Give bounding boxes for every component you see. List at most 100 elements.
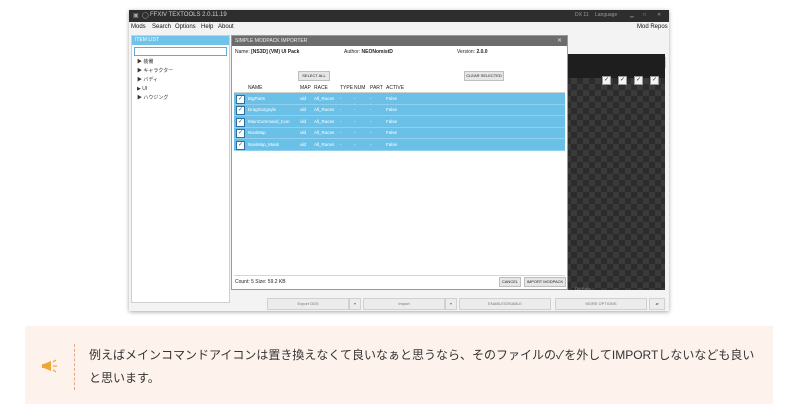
col-num[interactable]: NUM xyxy=(354,85,365,91)
col-race[interactable]: RACE xyxy=(314,85,328,91)
channel-alpha-checkbox[interactable]: ✓ xyxy=(650,76,659,85)
callout-divider xyxy=(74,344,75,390)
simple-modpack-importer-dialog: SIMPLE MODPACK IMPORTER ✕ Name: [NS3D] (… xyxy=(231,35,568,290)
row-name: DragGargoyle xyxy=(248,107,277,112)
dx-path-hint: DX Path xyxy=(575,286,590,291)
menu-mods[interactable]: Mods xyxy=(131,24,146,30)
row-checkbox[interactable]: ✓ xyxy=(236,106,245,115)
mod-repos-link[interactable]: Mod Repos xyxy=(637,24,668,30)
row-name: NaviMap_Mask xyxy=(248,141,280,147)
mod-table: NAME MAP RACE TYPE NUM PART ACTIVE ✓ Big… xyxy=(234,84,565,151)
menu-search[interactable]: Search xyxy=(152,24,171,30)
row-num: - xyxy=(354,130,356,135)
enable-disable-button[interactable]: ENABLE/DISABLE xyxy=(459,298,551,310)
modpack-author: Author: NEONomistD xyxy=(344,49,393,55)
name-label: Name: xyxy=(235,49,250,55)
app-screenshot: ▣ ◯ FFXIV TEXTOOLS 2.0.11.19 DX 11 Langu… xyxy=(129,10,669,311)
row-race: All_Races xyxy=(314,95,335,101)
row-name: BigParts xyxy=(248,95,266,101)
row-type: - xyxy=(340,118,342,124)
channel-green-checkbox[interactable]: ✓ xyxy=(618,76,627,85)
github-icon[interactable]: ◯ xyxy=(142,12,149,19)
version-value: 2.0.0 xyxy=(476,49,488,55)
row-active: False xyxy=(386,130,398,135)
close-icon[interactable]: ✕ xyxy=(657,12,661,18)
dialog-close-icon[interactable]: ✕ xyxy=(557,36,562,46)
clear-selected-button[interactable]: CLEAR SELECTED xyxy=(464,71,504,81)
tree-item-ui[interactable]: ▶ UI xyxy=(132,85,229,94)
row-checkbox[interactable]: ✓ xyxy=(236,129,245,138)
row-checkbox[interactable]: ✓ xyxy=(236,117,245,127)
row-map: uld xyxy=(300,130,307,135)
col-type[interactable]: TYPE xyxy=(340,85,353,91)
maximize-icon[interactable]: □ xyxy=(643,12,646,18)
col-name[interactable]: NAME xyxy=(248,85,262,91)
export-dropdown-button[interactable]: ▾ xyxy=(349,298,361,310)
app-logo-icon: ▣ xyxy=(133,13,139,19)
window-title: FFXIV TEXTOOLS 2.0.11.19 xyxy=(150,12,227,18)
author-label: Author: xyxy=(344,49,361,55)
tree-item-character[interactable]: ▶ キャラクター xyxy=(132,67,229,76)
menu-about[interactable]: About xyxy=(218,24,234,30)
table-row[interactable]: ✓ BigParts uld All_Races - - - False xyxy=(234,93,565,105)
language-selector[interactable]: Language xyxy=(595,12,617,18)
texture-preview xyxy=(565,54,665,290)
dx-label[interactable]: DX 11 xyxy=(575,12,589,18)
row-map: uld xyxy=(300,141,307,147)
row-num: - xyxy=(354,95,356,101)
row-name: NaviMap xyxy=(248,130,266,135)
item-list-panel: ITEM LIST ▶ 装備 ▶ キャラクター ▶ バディ ▶ UI ▶ ハウジ… xyxy=(131,35,230,303)
row-active: False xyxy=(386,107,398,112)
menu-help[interactable]: Help xyxy=(201,24,213,30)
more-options-button[interactable]: MORE OPTIONS xyxy=(555,298,647,310)
import-button[interactable]: Import xyxy=(363,298,445,310)
modpack-version: Version: 2.0.0 xyxy=(457,49,488,55)
col-active[interactable]: ACTIVE xyxy=(386,85,404,91)
tree-item-companion[interactable]: ▶ バディ xyxy=(132,76,229,85)
table-row[interactable]: ✓ DragGargoyle uld All_Races - - - False xyxy=(234,104,565,116)
row-race: All_Races xyxy=(314,141,335,147)
channel-red-checkbox[interactable]: ✓ xyxy=(602,76,611,85)
import-modpack-button[interactable]: IMPORT MODPACK xyxy=(524,277,566,287)
minimize-icon[interactable]: ▁ xyxy=(630,12,634,18)
table-row[interactable]: ✓ NaviMap_Mask uld All_Races - - - False xyxy=(234,139,565,151)
row-type: - xyxy=(340,141,342,147)
row-part: - xyxy=(370,130,372,135)
import-dropdown-button[interactable]: ▾ xyxy=(445,298,457,310)
row-active: False xyxy=(386,118,398,124)
dialog-footer: Count: 5 Size: 59.2 KB CANCEL IMPORT MOD… xyxy=(234,275,566,287)
open-folder-icon[interactable]: ▰ xyxy=(649,298,665,310)
tree-item-gear[interactable]: ▶ 装備 xyxy=(132,58,229,67)
row-type: - xyxy=(340,107,342,112)
row-map: uld xyxy=(300,118,307,124)
author-value: NEONomistD xyxy=(361,49,393,55)
row-num: - xyxy=(354,118,356,124)
row-active: False xyxy=(386,141,398,147)
row-race: All_Races xyxy=(314,107,335,112)
version-label: Version: xyxy=(457,49,476,55)
dialog-title: SIMPLE MODPACK IMPORTER xyxy=(235,38,308,44)
row-checkbox[interactable]: ✓ xyxy=(236,140,245,150)
row-type: - xyxy=(340,130,342,135)
export-dds-button[interactable]: Export DDS xyxy=(267,298,349,310)
tree-item-housing[interactable]: ▶ ハウジング xyxy=(132,94,229,103)
table-row[interactable]: ✓ MainCommand_Icon uld All_Races - - - F… xyxy=(234,116,565,128)
cancel-button[interactable]: CANCEL xyxy=(499,277,521,287)
menu-options[interactable]: Options xyxy=(175,24,196,30)
item-search-input[interactable] xyxy=(134,47,227,56)
menu-bar: Mods Search Options Help About Mod Repos xyxy=(129,22,669,33)
title-bar: ▣ ◯ FFXIV TEXTOOLS 2.0.11.19 DX 11 Langu… xyxy=(129,10,669,22)
select-all-button[interactable]: SELECT ALL xyxy=(298,71,330,81)
modpack-name: Name: [NS3D] (VM) UI Pack xyxy=(235,49,299,55)
row-part: - xyxy=(370,107,372,112)
name-value: [NS3D] (VM) UI Pack xyxy=(251,49,300,55)
row-checkbox[interactable]: ✓ xyxy=(236,94,245,104)
col-part[interactable]: PART xyxy=(370,85,383,91)
channel-blue-checkbox[interactable]: ✓ xyxy=(634,76,643,85)
preview-checkerboard xyxy=(565,78,665,290)
col-map[interactable]: MAP xyxy=(300,85,311,91)
tip-text: 例えばメインコマンドアイコンは置き換えなくて良いなぁと思うなら、そのファイルの✓… xyxy=(89,348,755,385)
table-row[interactable]: ✓ NaviMap uld All_Races - - - False xyxy=(234,127,565,139)
row-part: - xyxy=(370,141,372,147)
table-header: NAME MAP RACE TYPE NUM PART ACTIVE xyxy=(234,84,565,93)
